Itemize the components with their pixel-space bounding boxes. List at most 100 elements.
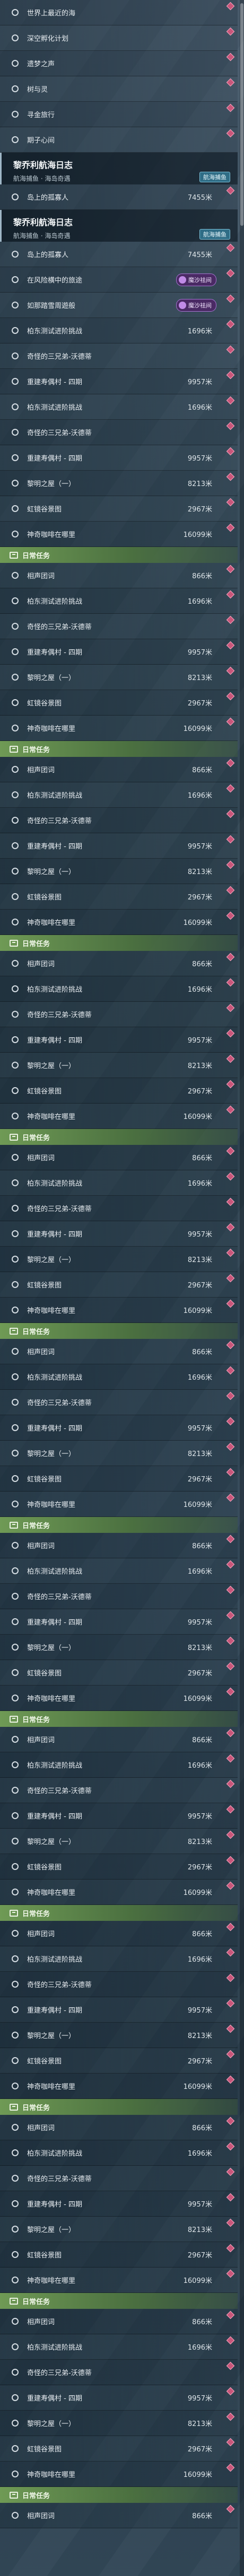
quest-row[interactable]: 黎明之屋（一） 8213米 — [0, 2217, 238, 2242]
quest-row[interactable]: 柏东测试进阶挑战 1696米 — [0, 782, 238, 808]
quest-row[interactable]: 虹镜谷景图 2967米 — [0, 1272, 238, 1298]
daily-task-row[interactable]: 相声团词 866米 — [0, 2503, 238, 2528]
quest-row[interactable]: 神奇咖啡在哪里 16099米 — [0, 522, 238, 547]
quest-row[interactable]: 黎明之屋（一） 8213米 — [0, 665, 238, 690]
quest-row[interactable]: 柏东测试进阶挑战 1696米 — [0, 1558, 238, 1584]
daily-task-header[interactable]: 日常任务 — [0, 741, 238, 757]
quest-row[interactable]: 黎明之屋（一） 8213米 — [0, 2411, 238, 2436]
quest-row[interactable]: 重建寿偶村 - 四期 9957米 — [0, 1997, 238, 2023]
quest-row[interactable]: 重建寿偶村 - 四期 9957米 — [0, 1609, 238, 1635]
quest-row[interactable]: 深空孵化计划 — [0, 25, 238, 51]
daily-task-row[interactable]: 相声团词 866米 — [0, 1921, 238, 1946]
quest-row[interactable]: 柏东测试进阶挑战 1696米 — [0, 976, 238, 1002]
quest-row[interactable]: 神奇咖啡在哪里 16099米 — [0, 2074, 238, 2099]
quest-row[interactable]: 黎明之屋（一） 8213米 — [0, 1635, 238, 1660]
quest-row[interactable]: 柏东测试进阶挑战 1696米 — [0, 2140, 238, 2166]
quest-row[interactable]: 神奇咖啡在哪里 16099米 — [0, 2268, 238, 2293]
quest-row[interactable]: 柏东测试进阶挑战 1696米 — [0, 1170, 238, 1196]
quest-row[interactable]: 奇怪的三兄弟-沃德蒂 — [0, 2360, 238, 2385]
quest-row[interactable]: 奇怪的三兄弟-沃德蒂 — [0, 343, 238, 369]
quest-row[interactable]: 虹镜谷景图 2967米 — [0, 496, 238, 522]
quest-row[interactable]: 树与灵 — [0, 76, 238, 102]
quest-row[interactable]: 虹镜谷景图 2967米 — [0, 1078, 238, 1104]
quest-row[interactable]: 柏东测试进阶挑战 1696米 — [0, 1752, 238, 1778]
quest-row[interactable]: 重建寿偶村 - 四期 9957米 — [0, 445, 238, 471]
daily-task-row[interactable]: 相声团词 866米 — [0, 757, 238, 782]
quest-row[interactable]: 虹镜谷景图 2967米 — [0, 1466, 238, 1492]
quest-row[interactable]: 黎明之屋（一） 8213米 — [0, 1829, 238, 1854]
quest-row[interactable]: 柏东测试进阶挑战 1696米 — [0, 2334, 238, 2360]
quest-row[interactable]: 重建寿偶村 - 四期 9957米 — [0, 1803, 238, 1829]
quest-row[interactable]: 重建寿偶村 - 四期 9957米 — [0, 2191, 238, 2217]
quest-row[interactable]: 奇怪的三兄弟-沃德蒂 — [0, 420, 238, 445]
quest-chapter-header[interactable]: 黎乔利航海日志 航海捕鱼 · 海岛奇遇 航海捕鱼 — [0, 210, 238, 242]
quest-chapter-header[interactable]: 黎乔利航海日志 航海捕鱼 · 海岛奇遇 航海捕鱼 — [0, 153, 238, 184]
daily-task-header[interactable]: 日常任务 — [0, 2099, 238, 2115]
quest-row[interactable]: 神奇咖啡在哪里 16099米 — [0, 2462, 238, 2487]
quest-row[interactable]: 柏东测试进阶挑战 1696米 — [0, 588, 238, 614]
quest-row[interactable]: 在风险横中的旅途 魔沙祛间 — [0, 267, 238, 293]
quest-row[interactable]: 重建寿偶村 - 四期 9957米 — [0, 1415, 238, 1441]
daily-task-header[interactable]: 日常任务 — [0, 2293, 238, 2309]
quest-row[interactable]: 重建寿偶村 - 四期 9957米 — [0, 833, 238, 859]
quest-row[interactable]: 黎明之屋（一） 8213米 — [0, 1441, 238, 1466]
quest-row[interactable]: 虹镜谷景图 2967米 — [0, 884, 238, 910]
quest-row[interactable]: 神奇咖啡在哪里 16099米 — [0, 1686, 238, 1711]
quest-row[interactable]: 虹镜谷景图 2967米 — [0, 2048, 238, 2074]
scrollbar-thumb[interactable] — [240, 3, 243, 226]
quest-row[interactable]: 奇怪的三兄弟-沃德蒂 — [0, 2166, 238, 2191]
quest-row[interactable]: 重建寿偶村 - 四期 9957米 — [0, 1221, 238, 1247]
quest-row[interactable]: 岛上的孤寡人 7455米 — [0, 184, 238, 210]
quest-row[interactable]: 黎明之屋（一） 8213米 — [0, 859, 238, 884]
quest-row[interactable]: 柏东测试进阶挑战 1696米 — [0, 1946, 238, 1972]
quest-row[interactable]: 虹镜谷景图 2967米 — [0, 1660, 238, 1686]
quest-row[interactable]: 如那踏雪周遊般 魔沙祛间 — [0, 293, 238, 318]
quest-row[interactable]: 重建寿偶村 - 四期 9957米 — [0, 2385, 238, 2411]
daily-task-row[interactable]: 相声团词 866米 — [0, 1533, 238, 1558]
daily-task-header[interactable]: 日常任务 — [0, 1711, 238, 1727]
quest-row[interactable]: 黎明之屋（一） 8213米 — [0, 1053, 238, 1078]
quest-row[interactable]: 虹镜谷景图 2967米 — [0, 2436, 238, 2462]
quest-row[interactable]: 柏东测试进阶挑战 1696米 — [0, 394, 238, 420]
quest-row[interactable]: 黎明之屋（一） 8213米 — [0, 471, 238, 496]
quest-row[interactable]: 神奇咖啡在哪里 16099米 — [0, 1492, 238, 1517]
quest-row[interactable]: 虹镜谷景图 2967米 — [0, 2242, 238, 2268]
quest-row[interactable]: 黎明之屋（一） 8213米 — [0, 2023, 238, 2048]
quest-row[interactable]: 神奇咖啡在哪里 16099米 — [0, 1298, 238, 1323]
quest-row[interactable]: 柏东测试进阶挑战 1696米 — [0, 1364, 238, 1390]
quest-row[interactable]: 虹镜谷景图 2967米 — [0, 690, 238, 716]
quest-row[interactable]: 奇怪的三兄弟-沃德蒂 — [0, 1002, 238, 1027]
daily-task-row[interactable]: 相声团词 866米 — [0, 1727, 238, 1752]
quest-row[interactable]: 神奇咖啡在哪里 16099米 — [0, 716, 238, 741]
daily-task-header[interactable]: 日常任务 — [0, 1905, 238, 1921]
quest-row[interactable]: 奇怪的三兄弟-沃德蒂 — [0, 614, 238, 639]
quest-row[interactable]: 奇怪的三兄弟-沃德蒂 — [0, 1196, 238, 1221]
daily-task-header[interactable]: 日常任务 — [0, 1517, 238, 1533]
quest-row[interactable]: 黎明之屋（一） 8213米 — [0, 1247, 238, 1272]
quest-row[interactable]: 奇怪的三兄弟-沃德蒂 — [0, 1778, 238, 1803]
quest-row[interactable]: 岛上的孤寡人 7455米 — [0, 242, 238, 267]
quest-row[interactable]: 期子心间 — [0, 127, 238, 153]
quest-row[interactable]: 奇怪的三兄弟-沃德蒂 — [0, 1584, 238, 1609]
daily-task-header[interactable]: 日常任务 — [0, 1129, 238, 1145]
quest-row[interactable]: 神奇咖啡在哪里 16099米 — [0, 1104, 238, 1129]
daily-task-header[interactable]: 日常任务 — [0, 547, 238, 563]
quest-row[interactable]: 虹镜谷景图 2967米 — [0, 1854, 238, 1880]
scrollbar-track[interactable] — [240, 0, 244, 2576]
quest-row[interactable]: 奇怪的三兄弟-沃德蒂 — [0, 1390, 238, 1415]
quest-row[interactable]: 柏东测试进阶挑战 1696米 — [0, 318, 238, 343]
quest-row[interactable]: 遗梦之声 — [0, 51, 238, 76]
daily-task-row[interactable]: 相声团词 866米 — [0, 951, 238, 976]
quest-row[interactable]: 神奇咖啡在哪里 16099米 — [0, 1880, 238, 1905]
daily-task-row[interactable]: 相声团词 866米 — [0, 2309, 238, 2334]
daily-task-header[interactable]: 日常任务 — [0, 1323, 238, 1339]
quest-row[interactable]: 重建寿偶村 - 四期 9957米 — [0, 639, 238, 665]
quest-row[interactable]: 奇怪的三兄弟-沃德蒂 — [0, 1972, 238, 1997]
quest-row[interactable]: 世界上最近的海 — [0, 0, 238, 25]
daily-task-row[interactable]: 相声团词 866米 — [0, 1339, 238, 1364]
daily-task-row[interactable]: 相声团词 866米 — [0, 1145, 238, 1170]
quest-row[interactable]: 奇怪的三兄弟-沃德蒂 — [0, 808, 238, 833]
quest-row[interactable]: 寻金旅行 — [0, 102, 238, 127]
daily-task-row[interactable]: 相声团词 866米 — [0, 563, 238, 588]
daily-task-row[interactable]: 相声团词 866米 — [0, 2115, 238, 2140]
